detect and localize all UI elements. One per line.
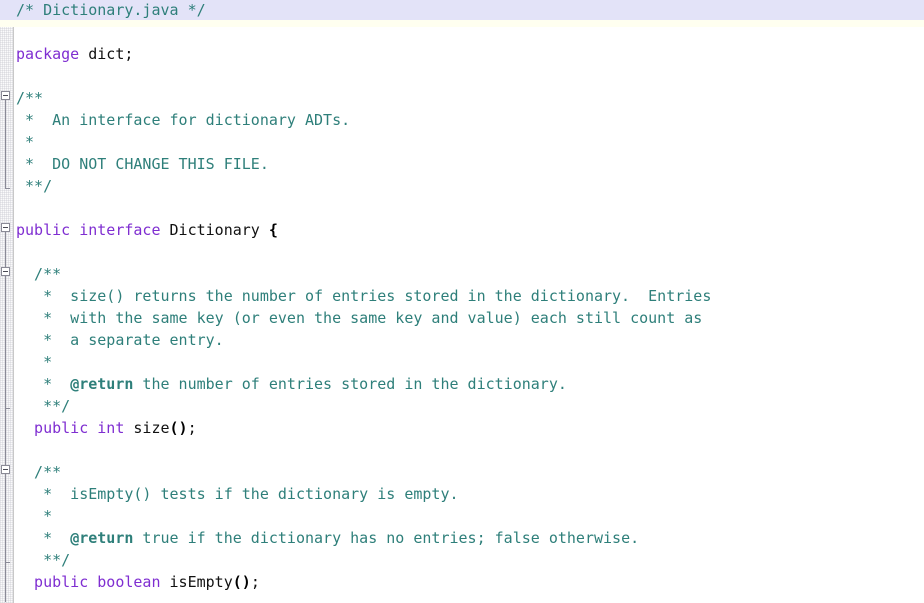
code-line[interactable]: [0, 22, 924, 44]
token-plain: size: [124, 419, 170, 437]
code-line-text: * a separate entry.: [0, 330, 924, 352]
code-line-text: /* Dictionary.java */: [0, 0, 924, 22]
token-kw: public int: [16, 419, 125, 437]
code-line-text: * An interface for dictionary ADTs.: [0, 110, 924, 132]
token-plain: Dictionary: [160, 221, 269, 239]
token-plain: ;: [187, 419, 197, 437]
code-line[interactable]: public int size();: [0, 418, 924, 440]
code-line[interactable]: /**: [0, 462, 924, 484]
token-kw: public boolean: [16, 573, 161, 591]
code-line-text: *: [0, 132, 924, 154]
token-jdoc: *: [16, 507, 53, 525]
code-line-text: * DO NOT CHANGE THIS FILE.: [0, 154, 924, 176]
code-line[interactable]: * isEmpty() tests if the dictionary is e…: [0, 484, 924, 506]
code-line[interactable]: package dict;: [0, 44, 924, 66]
code-line[interactable]: [0, 66, 924, 88]
code-editor[interactable]: /* Dictionary.java */ package dict; /** * …: [0, 0, 924, 603]
token-brk: (): [232, 573, 251, 591]
code-line-text: public interface Dictionary {: [0, 220, 924, 242]
token-brk: {: [268, 221, 278, 239]
code-line-text: public boolean isEmpty();: [0, 572, 924, 594]
token-jdoc: *: [16, 529, 71, 547]
token-jdoc: *: [16, 375, 71, 393]
code-line[interactable]: public boolean isEmpty();: [0, 572, 924, 594]
code-line[interactable]: *: [0, 506, 924, 528]
code-line-text: * @return the number of entries stored i…: [0, 374, 924, 396]
token-jdoc: /**: [16, 89, 44, 107]
token-jdoc: /**: [16, 265, 62, 283]
code-line[interactable]: **/: [0, 550, 924, 572]
code-line[interactable]: * @return the number of entries stored i…: [0, 374, 924, 396]
token-jtag: @return: [70, 529, 134, 547]
code-line[interactable]: * a separate entry.: [0, 330, 924, 352]
code-line[interactable]: * @return true if the dictionary has no …: [0, 528, 924, 550]
token-jdoc: * An interface for dictionary ADTs.: [16, 111, 351, 129]
code-line[interactable]: **/: [0, 176, 924, 198]
code-line[interactable]: [0, 242, 924, 264]
code-line[interactable]: * size() returns the number of entries s…: [0, 286, 924, 308]
token-cmt: /* Dictionary.java */: [16, 1, 206, 19]
token-jdoc: * a separate entry.: [16, 331, 224, 349]
token-jdoc: * isEmpty() tests if the dictionary is e…: [16, 485, 459, 503]
code-line-text: * with the same key (or even the same ke…: [0, 308, 924, 330]
token-jdoc: * size() returns the number of entries s…: [16, 287, 712, 305]
token-jdoc: *: [16, 133, 35, 151]
code-line[interactable]: public interface Dictionary {: [0, 220, 924, 242]
token-jdoc: /**: [16, 463, 62, 481]
code-line-text: *: [0, 352, 924, 374]
token-kw: public interface: [16, 221, 161, 239]
token-jdoc: the number of entries stored in the dict…: [133, 375, 567, 393]
code-line[interactable]: /**: [0, 88, 924, 110]
token-jdoc: *: [16, 353, 53, 371]
token-jdoc: **/: [16, 397, 71, 415]
code-line[interactable]: [0, 440, 924, 462]
token-jdoc: * with the same key (or even the same ke…: [16, 309, 703, 327]
token-plain: dict;: [79, 45, 134, 63]
code-line-text: /**: [0, 264, 924, 286]
code-line-text: /**: [0, 88, 924, 110]
code-line-text: **/: [0, 396, 924, 418]
code-line-text: package dict;: [0, 44, 924, 66]
code-line[interactable]: **/: [0, 396, 924, 418]
code-line-text: *: [0, 506, 924, 528]
code-line[interactable]: /**: [0, 264, 924, 286]
code-line-text: **/: [0, 550, 924, 572]
token-jdoc: **/: [16, 551, 71, 569]
code-line-text: * size() returns the number of entries s…: [0, 286, 924, 308]
token-brk: (): [169, 419, 188, 437]
code-line[interactable]: * with the same key (or even the same ke…: [0, 308, 924, 330]
token-kw: package: [16, 45, 80, 63]
code-line[interactable]: * DO NOT CHANGE THIS FILE.: [0, 154, 924, 176]
token-plain: ;: [250, 573, 260, 591]
code-line[interactable]: * An interface for dictionary ADTs.: [0, 110, 924, 132]
code-line-text: /**: [0, 462, 924, 484]
code-line[interactable]: *: [0, 352, 924, 374]
token-jtag: @return: [70, 375, 134, 393]
token-jdoc: **/: [16, 177, 53, 195]
code-line-text: **/: [0, 176, 924, 198]
token-jdoc: * DO NOT CHANGE THIS FILE.: [16, 155, 269, 173]
code-line-text: * isEmpty() tests if the dictionary is e…: [0, 484, 924, 506]
token-jdoc: true if the dictionary has no entries; f…: [133, 529, 640, 547]
code-line[interactable]: [0, 198, 924, 220]
code-line[interactable]: *: [0, 132, 924, 154]
code-line[interactable]: /* Dictionary.java */: [0, 0, 924, 22]
token-plain: isEmpty: [160, 573, 233, 591]
code-line-text: public int size();: [0, 418, 924, 440]
code-line-text: * @return true if the dictionary has no …: [0, 528, 924, 550]
code-text-layer[interactable]: /* Dictionary.java */ package dict; /** * …: [0, 0, 924, 603]
